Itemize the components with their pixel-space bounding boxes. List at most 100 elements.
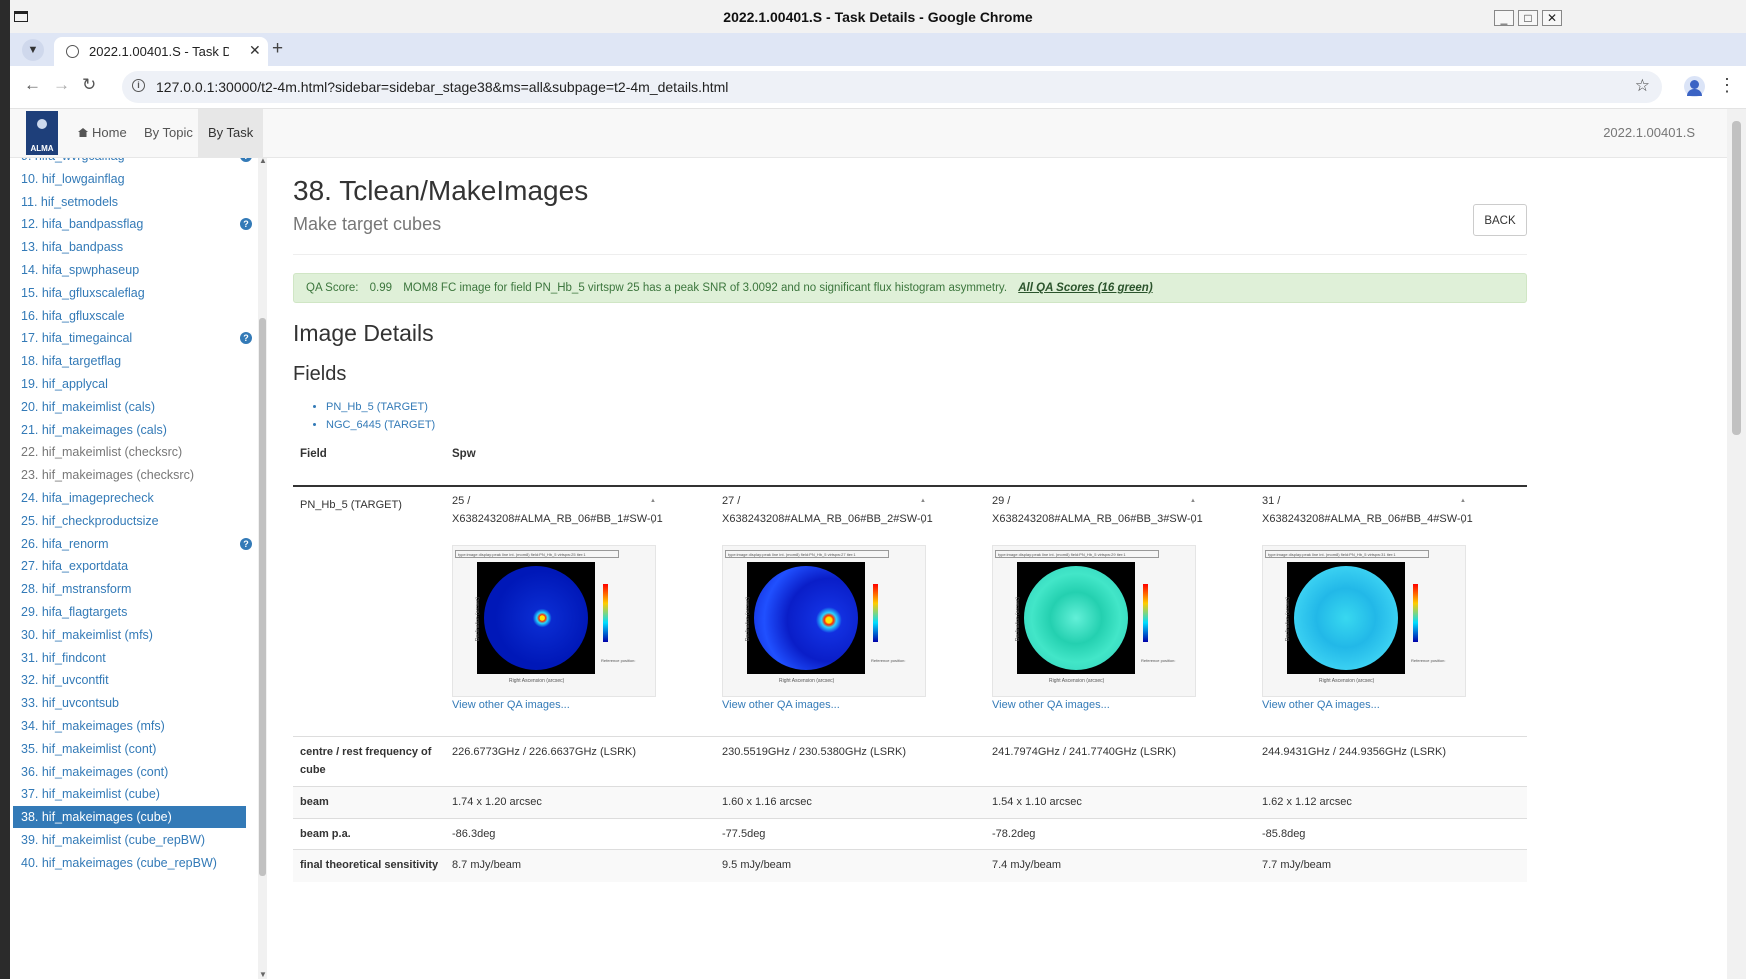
spw-number: 29 / (992, 495, 1011, 507)
spw-select[interactable]: 27 / X638243208#ALMA_RB_06#BB_2#SW-01 (722, 492, 933, 532)
sidebar-item[interactable]: 24. hifa_imageprecheck (13, 487, 246, 509)
sidebar-item[interactable]: 13. hifa_bandpass (13, 236, 246, 258)
sidebar-item-label: 34. hif_makeimages (mfs) (21, 719, 165, 733)
nav-home[interactable]: Home (68, 109, 137, 157)
sidebar-item[interactable]: 30. hif_makeimlist (mfs) (13, 624, 246, 646)
image-plot (477, 562, 595, 674)
browser-menu-icon[interactable]: ⋮ (1718, 75, 1736, 96)
forward-arrow-icon[interactable]: → (53, 75, 70, 95)
sidebar-item[interactable]: 14. hifa_spwphaseup (13, 259, 246, 281)
qa-image-thumbnail[interactable]: type:image display:peak line int. (mom8)… (1262, 545, 1466, 697)
row-value: 8.7 mJy/beam (452, 859, 522, 871)
qa-image-thumbnail[interactable]: type:image display:peak line int. (mom8)… (452, 545, 656, 697)
chevron-down-icon[interactable]: ▼ (22, 39, 44, 61)
scroll-arrows-icon[interactable] (920, 492, 928, 532)
question-circle-icon[interactable]: ? (240, 537, 252, 550)
sidebar-item[interactable]: 29. hifa_flagtargets (13, 601, 246, 623)
sidebar-item[interactable]: 27. hifa_exportdata (13, 555, 246, 577)
sidebar-item-label: 27. hifa_exportdata (21, 559, 129, 574)
sidebar-item[interactable]: 20. hif_makeimlist (cals) (13, 396, 246, 418)
sidebar-item[interactable]: 35. hif_makeimlist (cont) (13, 738, 246, 760)
sidebar-item[interactable]: 18. hifa_targetflag (13, 350, 246, 372)
alma-logo[interactable]: ALMA (26, 111, 58, 155)
sidebar-item-label: 16. hifa_gfluxscale (21, 308, 125, 323)
sidebar-item-label: 32. hif_uvcontfit (21, 673, 109, 688)
qa-image-thumbnail[interactable]: type:image display:peak line int. (mom8)… (722, 545, 926, 697)
sidebar-item[interactable]: 38. hif_makeimages (cube) (13, 806, 246, 829)
sidebar-item[interactable]: 19. hif_applycal (13, 373, 246, 395)
qa-label: QA Score: (306, 282, 359, 294)
view-other-qa-images-link[interactable]: View other QA images... (1262, 699, 1380, 711)
info-icon[interactable]: i (132, 79, 145, 92)
page-scrollbar[interactable] (1727, 109, 1746, 979)
sidebar-item-label: 20. hif_makeimlist (cals) (21, 399, 156, 414)
reference-position: Reference position: (1141, 658, 1176, 663)
question-circle-icon[interactable]: ? (240, 332, 252, 345)
sidebar-item[interactable]: 31. hif_findcont (13, 647, 246, 669)
sidebar-item[interactable]: 9. hifa_wvrgcalflag? (13, 158, 252, 167)
bookmark-star-icon[interactable]: ☆ (1635, 76, 1650, 96)
close-window-button[interactable]: ✕ (1542, 10, 1562, 26)
view-other-qa-images-link[interactable]: View other QA images... (992, 699, 1110, 711)
sidebar-item[interactable]: 37. hif_makeimlist (cube) (13, 783, 246, 805)
field-link[interactable]: PN_Hb_5 (TARGET) (326, 398, 435, 416)
sidebar-item-label: 33. hif_uvcontsub (21, 696, 119, 711)
sidebar-item[interactable]: 39. hif_makeimlist (cube_repBW) (13, 829, 246, 851)
address-bar[interactable]: i 127.0.0.1:30000/t2-4m.html?sidebar=sid… (122, 71, 1662, 103)
nav-by-topic[interactable]: By Topic (134, 109, 203, 157)
spw-select[interactable]: 29 / X638243208#ALMA_RB_06#BB_3#SW-01 (992, 492, 1203, 532)
row-value: 226.6773GHz / 226.6637GHz (LSRK) (452, 746, 637, 758)
scroll-arrows-icon[interactable] (1460, 492, 1468, 532)
all-qa-scores-link[interactable]: All QA Scores (16 green) (1018, 282, 1152, 294)
sidebar-item-label: 10. hif_lowgainflag (21, 171, 125, 186)
spw-select[interactable]: 25 / X638243208#ALMA_RB_06#BB_1#SW-01 (452, 492, 663, 532)
sidebar-item[interactable]: 22. hif_makeimlist (checksrc) (13, 441, 246, 463)
page-content: ALMA Home By Topic By Task 2022.1.00401.… (10, 109, 1746, 979)
sidebar-item[interactable]: 15. hifa_gfluxscaleflag (13, 282, 246, 304)
sidebar-item[interactable]: 12. hifa_bandpassflag? (13, 213, 252, 235)
new-tab-button[interactable]: + (272, 38, 283, 60)
row-value: -86.3deg (452, 828, 496, 840)
sidebar-item[interactable]: 28. hif_mstransform (13, 578, 246, 600)
scroll-arrows-icon[interactable] (650, 492, 658, 532)
sidebar-item[interactable]: 40. hif_makeimages (cube_repBW) (13, 852, 246, 874)
sidebar-item-label: 19. hif_applycal (21, 377, 108, 391)
sidebar-item[interactable]: 36. hif_makeimages (cont) (13, 761, 246, 783)
sidebar-scrollbar[interactable]: ▲ ▼ (258, 156, 267, 979)
colorbar (603, 584, 608, 642)
sidebar-item[interactable]: 16. hifa_gfluxscale (13, 305, 246, 327)
profile-avatar-icon[interactable] (1684, 76, 1705, 97)
sidebar-item[interactable]: 34. hif_makeimages (mfs) (13, 715, 246, 737)
spw-select[interactable]: 31 / X638243208#ALMA_RB_06#BB_4#SW-01 (1262, 492, 1473, 532)
view-other-qa-images-link[interactable]: View other QA images... (452, 699, 570, 711)
url-text[interactable]: 127.0.0.1:30000/t2-4m.html?sidebar=sideb… (156, 79, 728, 95)
sidebar-item[interactable]: 32. hif_uvcontfit (13, 669, 246, 691)
field-link[interactable]: NGC_6445 (TARGET) (326, 416, 435, 434)
sidebar-item[interactable]: 33. hif_uvcontsub (13, 692, 246, 714)
sidebar-item[interactable]: 17. hifa_timegaincal? (13, 327, 252, 349)
sidebar-item-label: 23. hif_makeimages (checksrc) (21, 468, 194, 483)
sidebar-item[interactable]: 23. hif_makeimages (checksrc) (13, 464, 246, 486)
sidebar-item[interactable]: 11. hif_setmodels (13, 191, 246, 213)
back-button[interactable]: BACK (1473, 204, 1527, 236)
sidebar-item-label: 12. hifa_bandpassflag (21, 217, 144, 232)
question-circle-icon[interactable]: ? (240, 158, 252, 162)
question-circle-icon[interactable]: ? (240, 218, 252, 231)
maximize-button[interactable]: □ (1518, 10, 1538, 26)
minimize-button[interactable]: _ (1494, 10, 1514, 26)
qa-image-thumbnail[interactable]: type:image display:peak line int. (mom8)… (992, 545, 1196, 697)
sidebar-item-label: 37. hif_makeimlist (cube) (21, 787, 160, 802)
plot-ylabel: Declination (arcsec) (745, 596, 752, 642)
tab-close-icon[interactable]: ✕ (249, 42, 261, 59)
sidebar-item[interactable]: 10. hif_lowgainflag (13, 168, 246, 190)
view-other-qa-images-link[interactable]: View other QA images... (722, 699, 840, 711)
browser-tab[interactable]: 2022.1.00401.S - Task Det ✕ (54, 37, 268, 66)
sidebar-item-label: 25. hif_checkproductsize (21, 513, 159, 528)
sidebar-item[interactable]: 21. hif_makeimages (cals) (13, 419, 246, 441)
scroll-arrows-icon[interactable] (1190, 492, 1198, 532)
nav-by-task[interactable]: By Task (198, 109, 264, 157)
sidebar-item[interactable]: 25. hif_checkproductsize (13, 510, 246, 532)
back-arrow-icon[interactable]: ← (24, 75, 41, 95)
sidebar-item[interactable]: 26. hifa_renorm? (13, 533, 252, 555)
reload-icon[interactable]: ↻ (82, 75, 96, 95)
